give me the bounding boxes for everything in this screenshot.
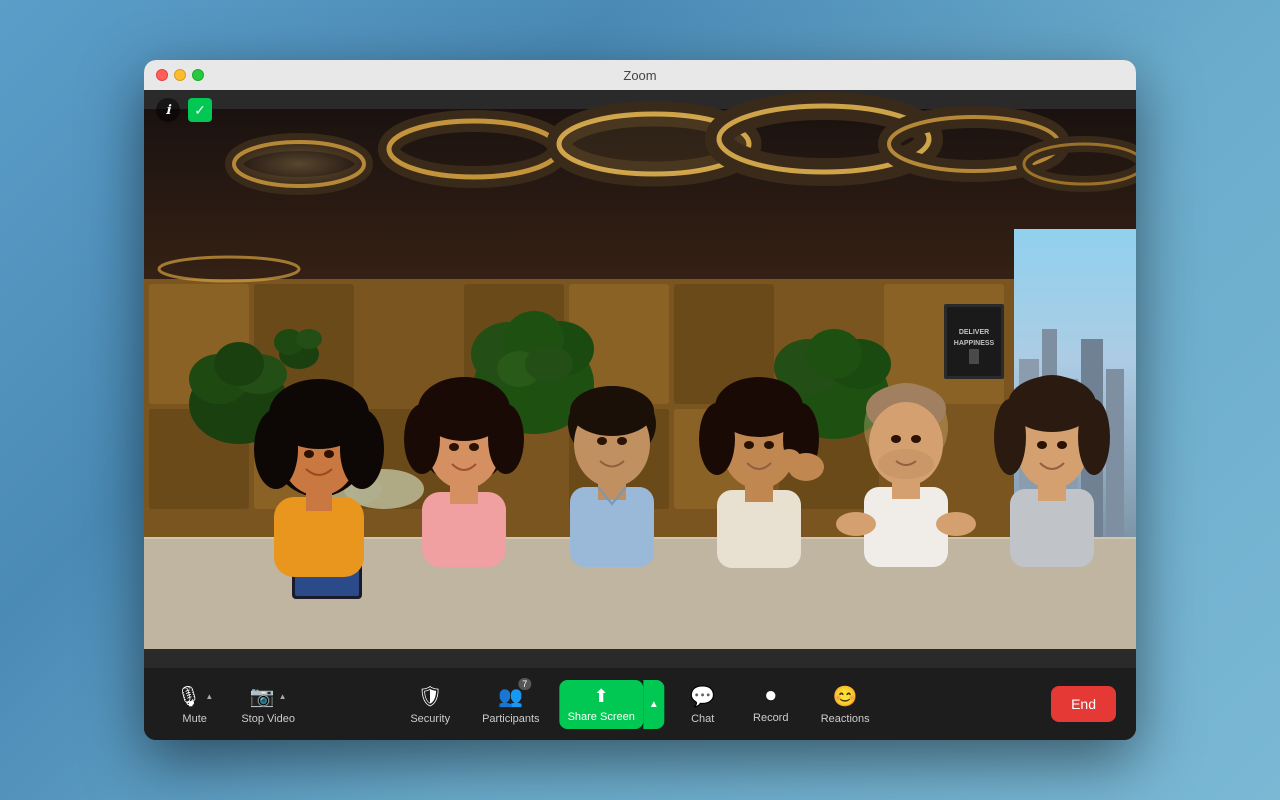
mute-button[interactable]: 🎙 ▲ Mute xyxy=(164,678,225,731)
reactions-button[interactable]: 😊 Reactions xyxy=(809,678,882,731)
participants-button[interactable]: 👥 7 Participants xyxy=(470,678,551,731)
mute-icon-area: 🎙 ▲ xyxy=(176,684,213,709)
security-icon: 🛡 xyxy=(418,684,443,709)
share-screen-group: ⬆ Share Screen ▲ xyxy=(560,680,665,729)
meeting-info-button[interactable]: ℹ xyxy=(156,98,180,122)
camera-icon: 📷 xyxy=(250,684,275,709)
record-icon: ⏺ xyxy=(766,685,776,708)
stop-video-icon-area: 📷 ▲ xyxy=(250,684,287,709)
record-button[interactable]: ⏺ Record xyxy=(741,679,801,730)
video-chevron: ▲ xyxy=(279,692,287,701)
close-button[interactable] xyxy=(156,69,168,81)
share-screen-button[interactable]: ⬆ Share Screen xyxy=(560,680,643,729)
share-screen-label: Share Screen xyxy=(568,711,635,723)
minimize-button[interactable] xyxy=(174,69,186,81)
title-bar: Zoom xyxy=(144,60,1136,90)
end-button[interactable]: End xyxy=(1051,686,1116,722)
toolbar-center: 🛡 Security 👥 7 Participants ⬆ Share Scre… xyxy=(398,678,881,731)
chat-label: Chat xyxy=(691,713,714,725)
chat-button[interactable]: 💬 Chat xyxy=(673,678,733,731)
zoom-window: Zoom xyxy=(144,60,1136,740)
mute-chevron: ▲ xyxy=(205,692,213,701)
participants-label: Participants xyxy=(482,713,539,725)
chat-icon: 💬 xyxy=(690,684,715,709)
video-area: DELIVER HAPPINESS xyxy=(144,90,1136,668)
info-bar: ℹ ✓ xyxy=(144,90,224,130)
participant-count: 7 xyxy=(518,678,531,690)
microphone-icon: 🎙 xyxy=(176,684,201,709)
share-screen-icon: ⬆ xyxy=(594,686,609,707)
record-label: Record xyxy=(753,712,788,724)
toolbar-right: End xyxy=(1051,686,1116,722)
security-badge[interactable]: ✓ xyxy=(188,98,212,122)
stop-video-button[interactable]: 📷 ▲ Stop Video xyxy=(229,678,307,731)
toolbar-left: 🎙 ▲ Mute 📷 ▲ Stop Video xyxy=(164,678,307,731)
stop-video-label: Stop Video xyxy=(241,713,295,725)
svg-text:DELIVER: DELIVER xyxy=(959,329,989,336)
share-screen-chevron[interactable]: ▲ xyxy=(643,680,665,729)
security-button[interactable]: 🛡 Security xyxy=(398,678,462,731)
traffic-lights xyxy=(156,69,204,81)
reactions-icon: 😊 xyxy=(833,684,858,709)
svg-text:HAPPINESS: HAPPINESS xyxy=(954,340,995,347)
maximize-button[interactable] xyxy=(192,69,204,81)
reactions-label: Reactions xyxy=(821,713,870,725)
window-title: Zoom xyxy=(623,68,656,83)
security-label: Security xyxy=(410,713,450,725)
toolbar: 🎙 ▲ Mute 📷 ▲ Stop Video 🛡 Security xyxy=(144,668,1136,740)
mute-label: Mute xyxy=(182,713,206,725)
